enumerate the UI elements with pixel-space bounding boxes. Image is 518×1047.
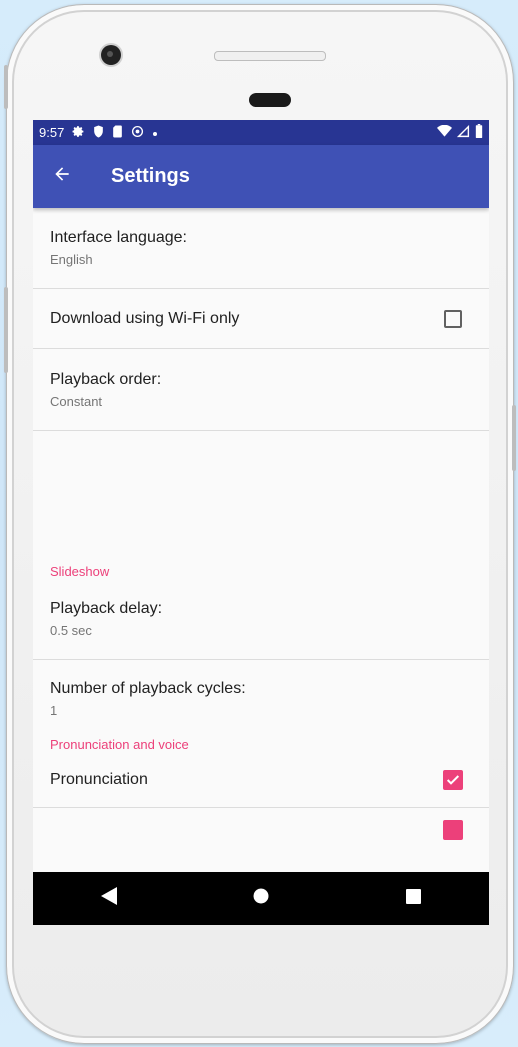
pref-playback-order[interactable]: Playback order: Constant: [33, 349, 489, 431]
partial-checkbox[interactable]: [443, 820, 463, 840]
phone-earpiece: [249, 93, 291, 107]
pref-partial-next[interactable]: [33, 808, 489, 848]
app-bar: Settings: [33, 145, 489, 208]
square-recents-icon: [405, 888, 421, 909]
status-time: 9:57: [39, 125, 65, 140]
nav-recents-button[interactable]: [383, 872, 443, 925]
page-title: Settings: [111, 165, 190, 187]
phone-side-button: [512, 405, 516, 471]
settings-icon: [72, 125, 85, 141]
phone-side-button: [4, 287, 8, 373]
category-pronunciation: Pronunciation and voice: [50, 737, 189, 752]
phone-side-button: [4, 65, 8, 109]
sim-card-icon: [112, 125, 123, 141]
pref-summary: English: [50, 252, 93, 267]
pref-title: Number of playback cycles:: [50, 680, 246, 697]
signal-icon: [456, 124, 470, 141]
back-button[interactable]: [33, 145, 91, 208]
pref-title: Download using Wi-Fi only: [50, 309, 240, 327]
front-camera: [101, 45, 121, 65]
pronunciation-checkbox[interactable]: [443, 769, 463, 790]
circle-home-icon: [253, 888, 269, 909]
pref-title: Pronunciation: [50, 770, 148, 788]
pref-title: Playback delay:: [50, 600, 163, 617]
arrow-left-icon: [52, 164, 72, 189]
nav-back-button[interactable]: [79, 872, 139, 925]
sync-icon: [131, 125, 144, 141]
pref-wifi-only[interactable]: Download using Wi-Fi only: [33, 289, 489, 349]
pref-title: Playback order:: [50, 370, 162, 388]
nav-home-button[interactable]: [231, 872, 291, 925]
pref-playback-delay[interactable]: Playback delay: 0.5 sec: [33, 579, 489, 660]
pref-title: Interface language:: [50, 229, 187, 246]
category-slideshow: Slideshow: [50, 564, 110, 579]
status-bar: 9:57: [33, 120, 489, 145]
pref-interface-language[interactable]: Interface language: English: [33, 208, 489, 289]
battery-icon: [475, 124, 483, 141]
shield-icon: [93, 125, 104, 141]
pref-summary: Constant: [50, 393, 103, 409]
triangle-back-icon: [101, 887, 117, 910]
wifi-icon: [437, 124, 452, 140]
pref-pronunciation[interactable]: Pronunciation: [33, 752, 489, 808]
settings-list[interactable]: Interface language: English Download usi…: [33, 208, 489, 848]
device-screen: 9:57 Settings Interface language: Englis…: [33, 120, 489, 925]
phone-speaker-grille: [214, 51, 326, 61]
navigation-bar: [33, 872, 489, 925]
pref-summary: 1: [50, 703, 58, 718]
pref-summary: 0.5 sec: [50, 623, 92, 638]
empty-space: [33, 431, 489, 557]
pref-playback-cycles[interactable]: Number of playback cycles: 1: [33, 660, 489, 738]
wifi-only-checkbox[interactable]: [444, 309, 462, 328]
notification-dot-icon: [152, 125, 158, 140]
